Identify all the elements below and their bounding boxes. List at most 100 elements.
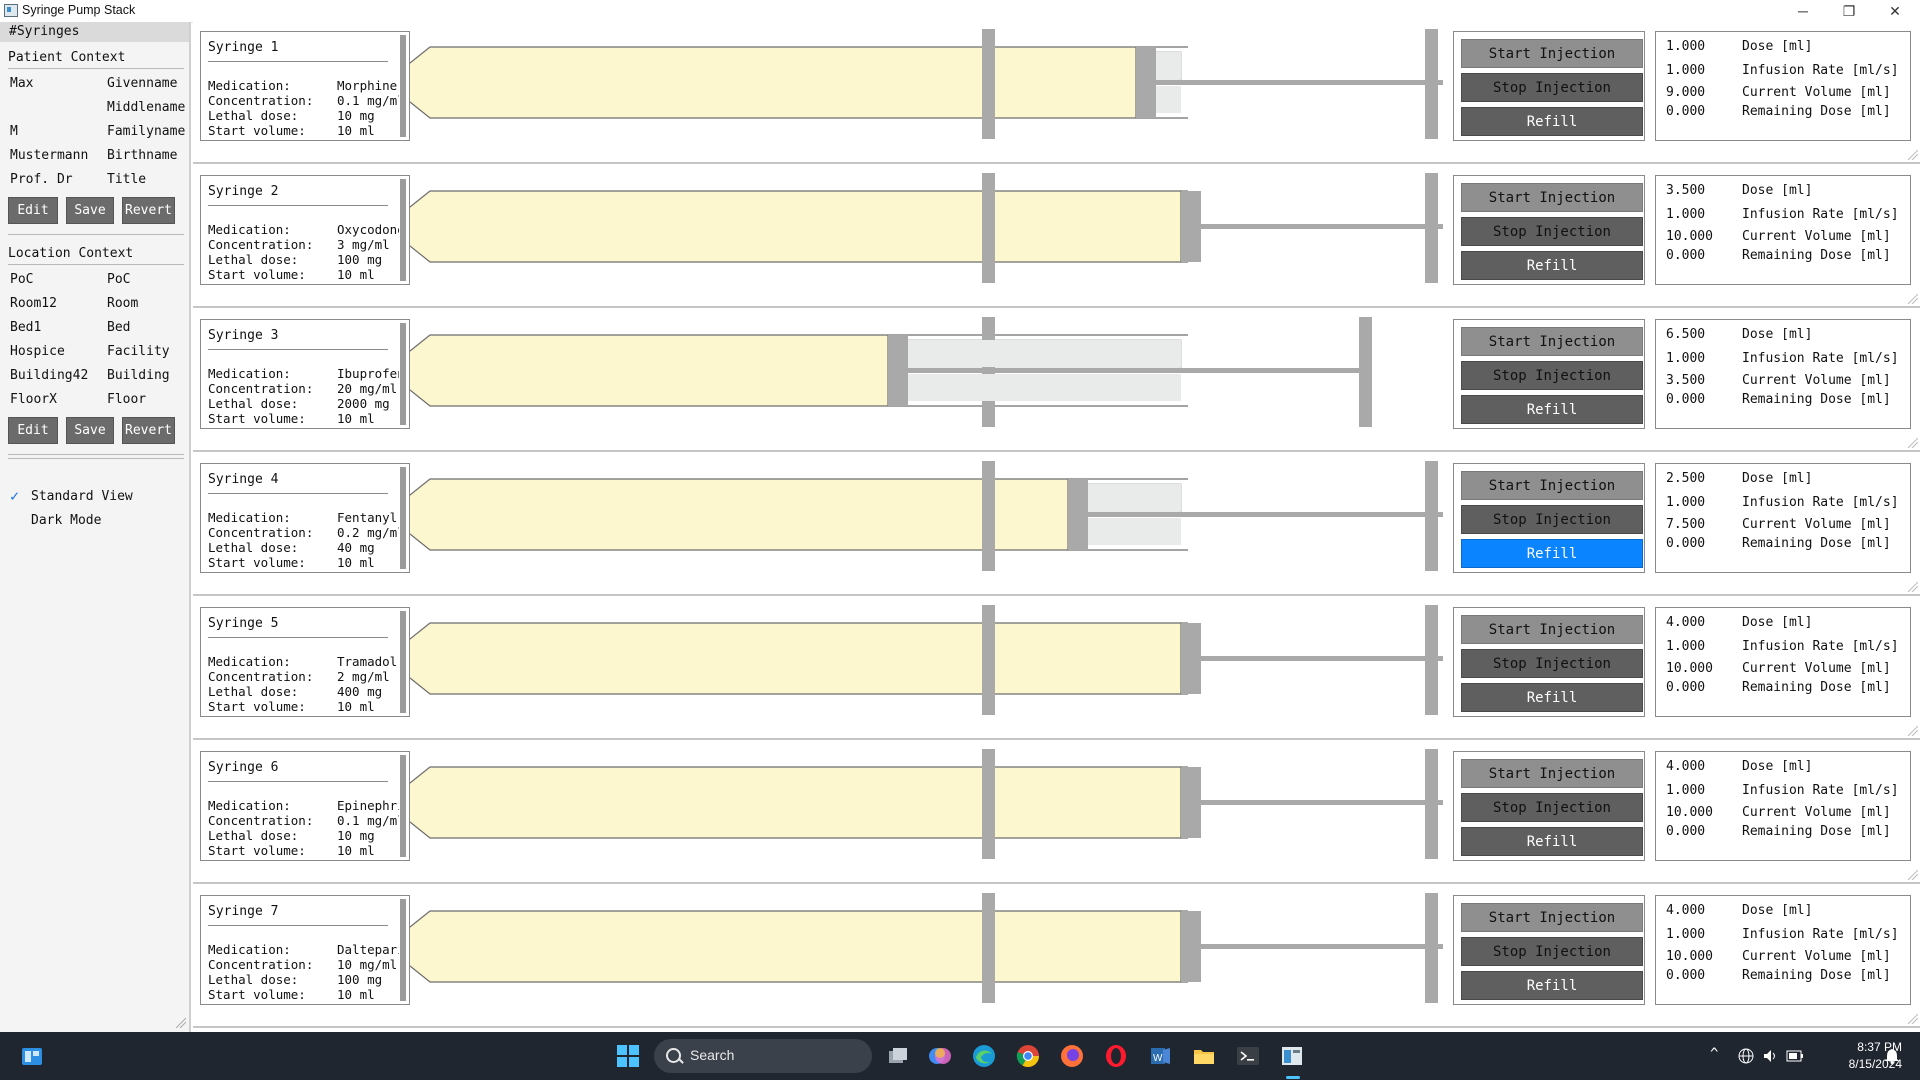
file-explorer-icon[interactable] bbox=[1192, 1044, 1216, 1068]
task-view-icon[interactable] bbox=[886, 1044, 910, 1068]
patient-givenname-label: Givenname bbox=[107, 76, 178, 91]
patient-revert-button[interactable]: Revert bbox=[122, 197, 175, 224]
infusion-rate-value[interactable]: 1.000 bbox=[1666, 639, 1706, 654]
dose-value[interactable]: 4.000 bbox=[1666, 903, 1706, 918]
stop-injection-button[interactable]: Stop Injection bbox=[1461, 649, 1643, 678]
dose-value[interactable]: 2.500 bbox=[1666, 471, 1706, 486]
close-button[interactable]: ✕ bbox=[1872, 0, 1918, 22]
location-building-value[interactable]: Building42 bbox=[10, 368, 88, 383]
stop-injection-button[interactable]: Stop Injection bbox=[1461, 361, 1643, 390]
patient-title-value[interactable]: Prof. Dr bbox=[10, 172, 73, 187]
chrome-icon[interactable] bbox=[1016, 1044, 1040, 1068]
plunger-head bbox=[1181, 623, 1201, 694]
refill-button[interactable]: Refill bbox=[1461, 251, 1643, 280]
refill-button[interactable]: Refill bbox=[1461, 539, 1643, 568]
scrollbar[interactable] bbox=[400, 467, 406, 569]
location-bed-value[interactable]: Bed1 bbox=[10, 320, 41, 335]
location-room-value[interactable]: Room12 bbox=[10, 296, 57, 311]
dose-value[interactable]: 4.000 bbox=[1666, 759, 1706, 774]
maximize-button[interactable]: ❐ bbox=[1826, 0, 1872, 22]
chevron-up-icon[interactable]: ^ bbox=[1710, 1046, 1718, 1062]
firefox-icon[interactable] bbox=[1060, 1044, 1084, 1068]
start-volume-label: Start volume: bbox=[208, 267, 306, 282]
concentration-value: 0.1 mg/ml bbox=[337, 93, 399, 108]
refill-button[interactable]: Refill bbox=[1461, 395, 1643, 424]
start-injection-button[interactable]: Start Injection bbox=[1461, 615, 1643, 644]
scrollbar[interactable] bbox=[400, 35, 406, 137]
infusion-rate-value[interactable]: 1.000 bbox=[1666, 495, 1706, 510]
visual-studio-icon[interactable]: W bbox=[1148, 1044, 1172, 1068]
current-volume-value: 7.500 bbox=[1666, 517, 1706, 532]
infusion-rate-value[interactable]: 1.000 bbox=[1666, 927, 1706, 942]
app-icon[interactable] bbox=[1280, 1044, 1304, 1068]
resize-grip-icon bbox=[1908, 726, 1918, 736]
patient-givenname-value[interactable]: Max bbox=[10, 76, 33, 91]
concentration-value: 20 mg/ml bbox=[337, 381, 398, 396]
terminal-icon[interactable] bbox=[1236, 1044, 1260, 1068]
stop-injection-button[interactable]: Stop Injection bbox=[1461, 505, 1643, 534]
start-injection-button[interactable]: Start Injection bbox=[1461, 903, 1643, 932]
stop-injection-button[interactable]: Stop Injection bbox=[1461, 937, 1643, 966]
location-edit-button[interactable]: Edit bbox=[8, 417, 58, 444]
dose-value[interactable]: 3.500 bbox=[1666, 183, 1706, 198]
patient-birthname-value[interactable]: Mustermann bbox=[10, 148, 88, 163]
start-injection-button[interactable]: Start Injection bbox=[1461, 183, 1643, 212]
location-revert-button[interactable]: Revert bbox=[122, 417, 175, 444]
start-injection-button[interactable]: Start Injection bbox=[1461, 327, 1643, 356]
copilot-icon[interactable] bbox=[928, 1044, 952, 1068]
syringes-tab[interactable]: #Syringes bbox=[0, 22, 189, 42]
remaining-dose-label: Remaining Dose [ml] bbox=[1742, 536, 1891, 551]
refill-button[interactable]: Refill bbox=[1461, 827, 1643, 856]
scrollbar[interactable] bbox=[400, 611, 406, 713]
remaining-dose-label: Remaining Dose [ml] bbox=[1742, 248, 1891, 263]
dark-mode-option[interactable]: Dark Mode bbox=[31, 513, 101, 528]
desktop-widget-icon[interactable] bbox=[20, 1044, 44, 1068]
start-injection-button[interactable]: Start Injection bbox=[1461, 39, 1643, 68]
network-icon[interactable] bbox=[1738, 1048, 1754, 1064]
sidebar: #Syringes Patient Context Max Givenname … bbox=[0, 22, 191, 1032]
minimize-button[interactable]: ─ bbox=[1780, 0, 1826, 22]
location-save-button[interactable]: Save bbox=[66, 417, 114, 444]
dose-value[interactable]: 4.000 bbox=[1666, 615, 1706, 630]
infusion-rate-value[interactable]: 1.000 bbox=[1666, 63, 1706, 78]
stop-injection-button[interactable]: Stop Injection bbox=[1461, 217, 1643, 246]
stop-injection-button[interactable]: Stop Injection bbox=[1461, 793, 1643, 822]
opera-icon[interactable] bbox=[1104, 1044, 1128, 1068]
location-poc-value[interactable]: PoC bbox=[10, 272, 33, 287]
location-facility-value[interactable]: Hospice bbox=[10, 344, 65, 359]
dose-value[interactable]: 6.500 bbox=[1666, 327, 1706, 342]
infusion-rate-value[interactable]: 1.000 bbox=[1666, 783, 1706, 798]
refill-button[interactable]: Refill bbox=[1461, 107, 1643, 136]
taskbar-search[interactable]: Search bbox=[654, 1039, 872, 1073]
location-floor-value[interactable]: FloorX bbox=[10, 392, 57, 407]
divider bbox=[208, 925, 388, 926]
infusion-rate-value[interactable]: 1.000 bbox=[1666, 207, 1706, 222]
refill-button[interactable]: Refill bbox=[1461, 683, 1643, 712]
current-volume-label: Current Volume [ml] bbox=[1742, 85, 1891, 100]
start-injection-button[interactable]: Start Injection bbox=[1461, 759, 1643, 788]
dose-value[interactable]: 1.000 bbox=[1666, 39, 1706, 54]
edge-icon[interactable] bbox=[972, 1044, 996, 1068]
plunger-head bbox=[1136, 47, 1156, 118]
remaining-dose-label: Remaining Dose [ml] bbox=[1742, 968, 1891, 983]
dose-label: Dose [ml] bbox=[1742, 615, 1813, 630]
start-injection-button[interactable]: Start Injection bbox=[1461, 471, 1643, 500]
windows-start-icon[interactable] bbox=[616, 1044, 640, 1068]
scrollbar[interactable] bbox=[400, 755, 406, 857]
scrollbar[interactable] bbox=[400, 179, 406, 281]
scrollbar[interactable] bbox=[400, 323, 406, 425]
stop-injection-button[interactable]: Stop Injection bbox=[1461, 73, 1643, 102]
patient-edit-button[interactable]: Edit bbox=[8, 197, 58, 224]
concentration-value: 2 mg/ml bbox=[337, 669, 390, 684]
syringe-controls: Start Injection Stop Injection Refill bbox=[1453, 175, 1645, 285]
refill-button[interactable]: Refill bbox=[1461, 971, 1643, 1000]
infusion-rate-value[interactable]: 1.000 bbox=[1666, 351, 1706, 366]
patient-save-button[interactable]: Save bbox=[66, 197, 114, 224]
notification-bell-icon[interactable] bbox=[1885, 1048, 1899, 1064]
volume-icon[interactable] bbox=[1762, 1048, 1778, 1064]
scrollbar[interactable] bbox=[400, 899, 406, 1001]
battery-icon[interactable] bbox=[1786, 1049, 1804, 1063]
patient-familyname-value[interactable]: M bbox=[10, 124, 18, 139]
concentration-label: Concentration: bbox=[208, 957, 314, 972]
standard-view-option[interactable]: Standard View bbox=[31, 489, 133, 504]
